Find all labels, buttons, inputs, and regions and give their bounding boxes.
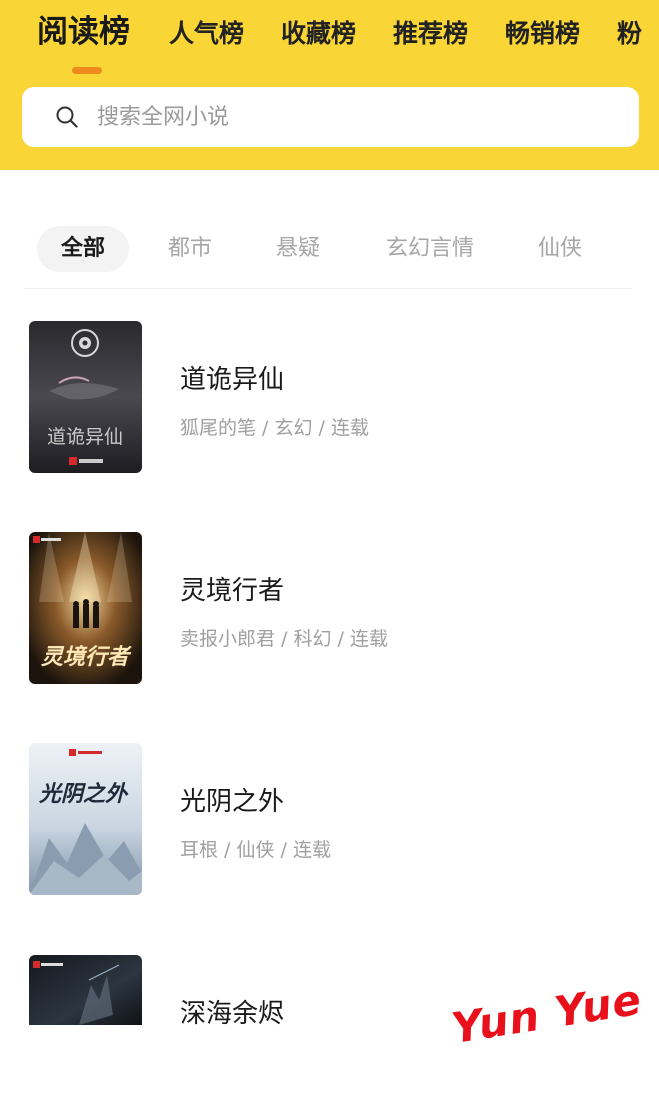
filter-urban[interactable]: 都市 (144, 226, 236, 272)
filter-fantasy-romance[interactable]: 玄幻言情 (370, 226, 490, 272)
book-title: 灵境行者 (180, 576, 285, 606)
tab-recommend-rank[interactable]: 推荐榜 (393, 14, 468, 54)
book-cover: 道诡异仙 (29, 321, 142, 473)
book-cover (29, 955, 142, 1025)
book-item[interactable]: 光阴之外 光阴之外 耳根 / 仙侠 / 连载 (0, 743, 659, 903)
book-meta: 狐尾的笔 / 玄幻 / 连载 (180, 417, 369, 439)
tab-reading-rank[interactable]: 阅读榜 (37, 12, 130, 52)
book-title: 光阴之外 (180, 787, 285, 817)
filter-all[interactable]: 全部 (37, 226, 129, 272)
book-cover: 灵境行者 (29, 532, 142, 684)
cover-title-text: 灵境行者 (41, 644, 132, 670)
tab-bestseller-rank[interactable]: 畅销榜 (505, 14, 580, 54)
book-title: 深海余烬 (180, 999, 285, 1029)
tab-fans-rank[interactable]: 粉 (617, 14, 642, 54)
book-item[interactable]: 灵境行者 灵境行者 卖报小郎君 / 科幻 / 连载 (0, 532, 659, 692)
book-meta: 耳根 / 仙侠 / 连载 (180, 839, 331, 861)
cover-title-text: 道诡异仙 (47, 426, 123, 448)
ranking-tabs: 阅读榜 人气榜 收藏榜 推荐榜 畅销榜 粉 (0, 0, 659, 80)
filter-divider (24, 288, 632, 289)
category-filters: 全部 都市 悬疑 玄幻言情 仙侠 (0, 222, 659, 276)
active-tab-indicator (72, 67, 102, 74)
cover-title-text: 光阴之外 (38, 781, 129, 807)
filter-xianxia[interactable]: 仙侠 (514, 226, 606, 272)
tab-popular-rank[interactable]: 人气榜 (169, 14, 244, 54)
book-item[interactable]: 道诡异仙 道诡异仙 狐尾的笔 / 玄幻 / 连载 (0, 321, 659, 481)
search-input[interactable] (97, 99, 597, 135)
book-title: 道诡异仙 (180, 365, 285, 395)
header-bar: 阅读榜 人气榜 收藏榜 推荐榜 畅销榜 粉 (0, 0, 659, 170)
search-bar[interactable] (22, 87, 639, 147)
filter-mystery[interactable]: 悬疑 (252, 226, 344, 272)
tab-favorites-rank[interactable]: 收藏榜 (281, 14, 356, 54)
search-icon (56, 106, 78, 128)
book-cover: 光阴之外 (29, 743, 142, 895)
book-meta: 卖报小郎君 / 科幻 / 连载 (180, 628, 388, 650)
